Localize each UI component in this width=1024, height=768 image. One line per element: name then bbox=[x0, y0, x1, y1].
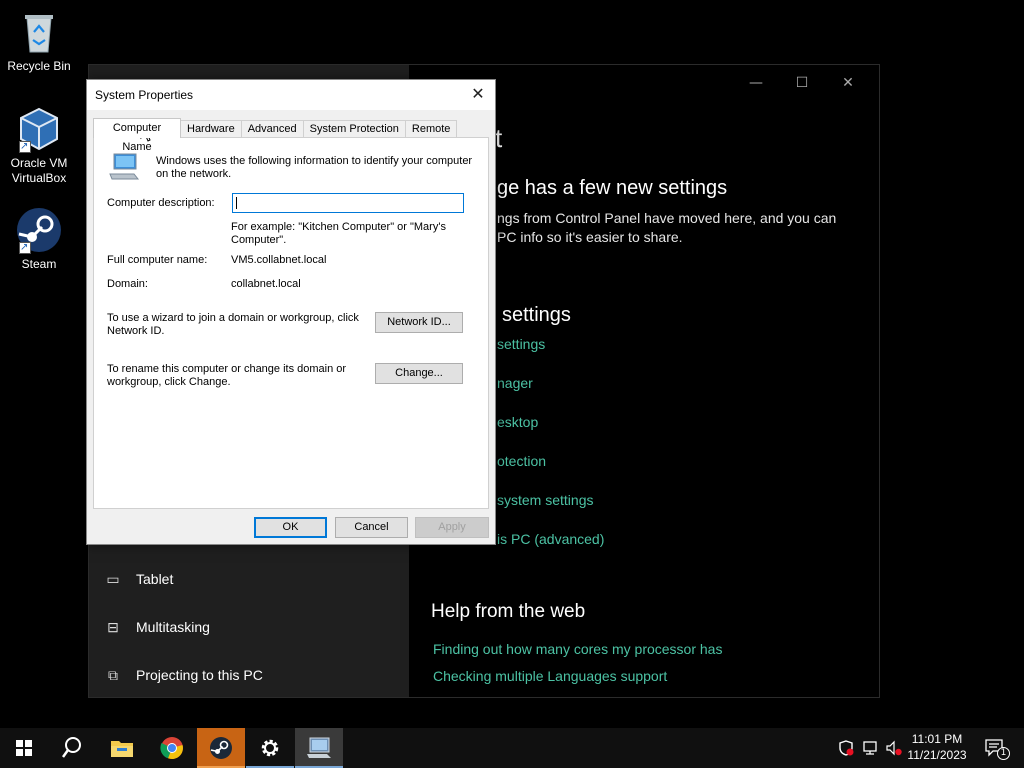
tab-system-protection[interactable]: System Protection bbox=[302, 120, 406, 138]
nav-item-label: Tablet bbox=[136, 571, 174, 587]
full-computer-name-value: VM5.collabnet.local bbox=[231, 254, 327, 266]
taskbar: 11:01 PM 11/21/2023 1 bbox=[0, 728, 1024, 768]
steam-icon bbox=[15, 206, 63, 255]
desktop-icon-label: Recycle Bin bbox=[7, 59, 71, 73]
settings-intro-line2: PC info so it's easier to share. bbox=[497, 229, 683, 245]
related-link[interactable]: is PC (advanced) bbox=[497, 531, 604, 547]
wizard-text-line2: Network ID. bbox=[107, 325, 165, 337]
network-id-button[interactable]: Network ID... bbox=[375, 312, 463, 333]
notification-count-badge: 1 bbox=[997, 747, 1010, 760]
desktop-icon-label-line2: VirtualBox bbox=[11, 171, 67, 185]
clock-time: 11:01 PM bbox=[911, 732, 963, 746]
desktop-icon-virtualbox[interactable]: Oracle VM VirtualBox bbox=[0, 105, 78, 186]
nav-item-tablet[interactable]: ▭ Tablet bbox=[103, 567, 173, 591]
tab-advanced[interactable]: Advanced bbox=[240, 120, 304, 138]
volume-muted-icon[interactable] bbox=[886, 740, 902, 756]
computer-description-input[interactable] bbox=[232, 193, 464, 213]
related-link[interactable]: otection bbox=[497, 453, 546, 469]
help-from-web-heading: Help from the web bbox=[431, 601, 586, 622]
dialog-tabs: Computer Name Hardware Advanced System P… bbox=[93, 118, 458, 153]
tab-remote[interactable]: Remote bbox=[404, 120, 458, 138]
nav-item-label: Multitasking bbox=[136, 619, 210, 635]
dialog-title-bar[interactable]: System Properties ✕ bbox=[87, 80, 495, 110]
change-button[interactable]: Change... bbox=[375, 363, 463, 384]
search-icon bbox=[62, 737, 81, 758]
domain-value: collabnet.local bbox=[231, 278, 301, 290]
start-button[interactable] bbox=[0, 728, 48, 768]
steam-taskbar-button[interactable] bbox=[197, 728, 245, 768]
domain-label: Domain: bbox=[107, 278, 148, 290]
info-text-line2: on the network. bbox=[156, 168, 232, 180]
tab-computer-name[interactable]: Computer Name bbox=[93, 118, 181, 153]
clock-date: 11/21/2023 bbox=[907, 748, 967, 762]
computer-description-label: Computer description: bbox=[107, 197, 215, 209]
system-properties-dialog: System Properties ✕ Computer Name Hardwa… bbox=[86, 79, 496, 545]
text-caret bbox=[236, 197, 237, 209]
web-link[interactable]: Checking multiple Languages support bbox=[433, 668, 667, 684]
computer-name-panel: Windows uses the following information t… bbox=[93, 137, 489, 509]
info-text-line1: Windows uses the following information t… bbox=[156, 155, 473, 167]
windows-security-icon[interactable] bbox=[838, 740, 854, 756]
multitasking-icon: ⊟ bbox=[107, 618, 119, 635]
related-link[interactable]: esktop bbox=[497, 414, 538, 430]
dialog-close-button[interactable]: ✕ bbox=[467, 84, 489, 106]
nav-item-projecting[interactable]: ⧉ Projecting to this PC bbox=[103, 663, 263, 687]
chrome-icon bbox=[160, 737, 183, 760]
close-button[interactable]: ✕ bbox=[825, 73, 871, 93]
nav-item-multitasking[interactable]: ⊟ Multitasking bbox=[103, 615, 210, 639]
example-text-line1: For example: "Kitchen Computer" or "Mary… bbox=[231, 221, 446, 233]
shortcut-arrow-icon bbox=[19, 240, 31, 255]
maximize-button[interactable]: ☐ bbox=[779, 73, 825, 93]
system-properties-icon bbox=[307, 737, 331, 758]
projecting-icon: ⧉ bbox=[108, 666, 118, 683]
rename-text-line2: workgroup, click Change. bbox=[107, 376, 231, 388]
settings-taskbar-button[interactable] bbox=[246, 728, 294, 768]
minimize-button[interactable]: — bbox=[733, 73, 779, 93]
desktop-icon-steam[interactable]: Steam bbox=[0, 206, 78, 272]
full-computer-name-label: Full computer name: bbox=[107, 254, 208, 266]
tablet-icon: ▭ bbox=[106, 570, 120, 587]
chrome-button[interactable] bbox=[148, 728, 196, 768]
cancel-button[interactable]: Cancel bbox=[335, 517, 408, 538]
nav-item-label: Projecting to this PC bbox=[136, 667, 263, 683]
notifications-icon[interactable]: 1 bbox=[984, 739, 1010, 760]
apply-button[interactable]: Apply bbox=[415, 517, 489, 538]
wizard-text-line1: To use a wizard to join a domain or work… bbox=[107, 312, 359, 324]
recycle-bin-icon bbox=[15, 8, 63, 56]
tab-hardware[interactable]: Hardware bbox=[180, 120, 242, 138]
desktop-icon-label: Steam bbox=[21, 257, 57, 271]
related-settings-heading: settings bbox=[502, 304, 571, 326]
settings-gear-icon bbox=[261, 739, 279, 757]
ok-button[interactable]: OK bbox=[254, 517, 327, 538]
desktop-icon-recycle-bin[interactable]: Recycle Bin bbox=[0, 8, 78, 74]
file-explorer-icon bbox=[111, 741, 133, 757]
system-properties-taskbar-button[interactable] bbox=[295, 728, 343, 768]
shortcut-arrow-icon bbox=[19, 139, 31, 154]
settings-intro-line1: ngs from Control Panel have moved here, … bbox=[497, 210, 837, 226]
window-controls: — ☐ ✕ bbox=[733, 73, 871, 93]
web-link[interactable]: Finding out how many cores my processor … bbox=[433, 641, 722, 657]
rename-text-line1: To rename this computer or change its do… bbox=[107, 363, 347, 375]
start-icon bbox=[16, 740, 32, 756]
related-link[interactable]: nager bbox=[497, 375, 533, 391]
dialog-title: System Properties bbox=[95, 88, 194, 102]
file-explorer-button[interactable] bbox=[98, 728, 146, 768]
steam-icon bbox=[210, 737, 232, 759]
search-button[interactable] bbox=[48, 728, 96, 768]
related-link[interactable]: settings bbox=[497, 336, 545, 352]
settings-subheading: ge has a few new settings bbox=[497, 177, 728, 199]
related-link[interactable]: system settings bbox=[497, 492, 593, 508]
virtualbox-icon bbox=[15, 105, 63, 154]
settings-page-title: t bbox=[495, 123, 503, 153]
network-icon[interactable] bbox=[863, 740, 879, 756]
example-text-line2: Computer". bbox=[231, 234, 287, 246]
taskbar-clock[interactable]: 11:01 PM 11/21/2023 bbox=[902, 731, 972, 763]
desktop-icon-label: Oracle VM bbox=[10, 156, 68, 170]
